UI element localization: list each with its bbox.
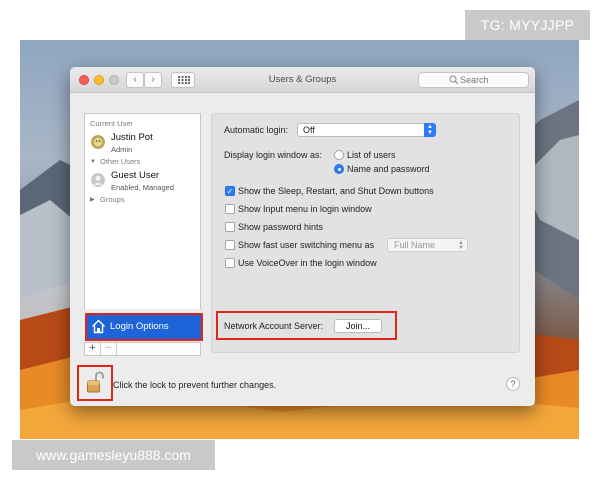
- other-users-label: Other Users: [100, 157, 141, 166]
- current-user-label: Current User: [90, 119, 133, 128]
- lock-open-icon[interactable]: [87, 371, 104, 393]
- checkbox-label: Show Input menu in login window: [238, 204, 372, 214]
- minimize-button[interactable]: [94, 75, 104, 85]
- chevron-updown-icon: ▲ ▼: [424, 123, 436, 137]
- lock-text: Click the lock to prevent further change…: [113, 380, 277, 390]
- avatar: [91, 135, 105, 149]
- radio-button[interactable]: [334, 150, 344, 160]
- close-button[interactable]: [79, 75, 89, 85]
- checkbox-label: Use VoiceOver in the login window: [238, 258, 377, 268]
- checkbox[interactable]: [225, 204, 235, 214]
- add-remove-bar: + −: [84, 342, 201, 356]
- user-name: Justin Pot: [111, 132, 153, 143]
- title-bar: ‹ › Users & Groups: [70, 67, 535, 93]
- checkbox[interactable]: [225, 258, 235, 268]
- checkbox[interactable]: ✓: [225, 186, 235, 196]
- disclosure-right-icon[interactable]: ▶: [90, 196, 95, 203]
- grid-icon: [178, 76, 190, 84]
- add-user-button[interactable]: +: [85, 343, 101, 355]
- automatic-login-label: Automatic login:: [224, 125, 289, 135]
- join-button[interactable]: Join...: [334, 319, 382, 333]
- chevron-updown-icon: ▲ ▼: [458, 240, 464, 251]
- fast-user-switching-value: Full Name: [394, 240, 436, 250]
- checkbox-label: Show the Sleep, Restart, and Shut Down b…: [238, 186, 434, 196]
- show-all-button[interactable]: [171, 72, 195, 88]
- automatic-login-value: Off: [303, 125, 315, 135]
- back-button[interactable]: ‹: [126, 72, 144, 88]
- radio-label: List of users: [347, 150, 396, 160]
- users-groups-window: ‹ › Users & Groups Current User: [70, 67, 535, 406]
- checkbox-label: Show fast user switching menu as: [238, 240, 375, 250]
- groups-label[interactable]: Groups: [100, 195, 125, 204]
- display-login-label: Display login window as:: [224, 150, 323, 160]
- zoom-button[interactable]: [109, 75, 119, 85]
- help-button[interactable]: ?: [506, 377, 520, 391]
- automatic-login-select[interactable]: Off ▲ ▼: [297, 123, 436, 137]
- house-icon: [92, 319, 105, 334]
- window-title: Users & Groups: [268, 74, 337, 85]
- fast-user-switching-select[interactable]: Full Name ▲ ▼: [387, 238, 468, 252]
- user-name: Guest User: [111, 170, 160, 181]
- checkbox[interactable]: [225, 240, 235, 250]
- checkbox[interactable]: [225, 222, 235, 232]
- radio-label: Name and password: [347, 164, 430, 174]
- checkbox-label: Show password hints: [238, 222, 324, 232]
- search-field[interactable]: [418, 72, 529, 88]
- user-role: Admin: [111, 145, 133, 154]
- login-options-item[interactable]: Login Options: [85, 313, 203, 341]
- watermark-top: TG: MYYJJPP: [465, 10, 590, 40]
- search-input[interactable]: [460, 74, 526, 86]
- radio-button[interactable]: [334, 164, 344, 174]
- forward-button[interactable]: ›: [144, 72, 162, 88]
- user-role: Enabled, Managed: [111, 183, 174, 192]
- search-icon: [449, 75, 459, 85]
- remove-user-button[interactable]: −: [101, 343, 117, 355]
- network-server-label: Network Account Server:: [224, 321, 324, 331]
- disclosure-down-icon[interactable]: ▼: [90, 159, 96, 165]
- avatar: [91, 173, 105, 187]
- login-options-label: Login Options: [110, 321, 169, 332]
- user-list: Current User Justin Pot Admin ▼ Other Us…: [84, 113, 201, 309]
- watermark-bottom: www.gamesleyu888.com: [12, 440, 215, 470]
